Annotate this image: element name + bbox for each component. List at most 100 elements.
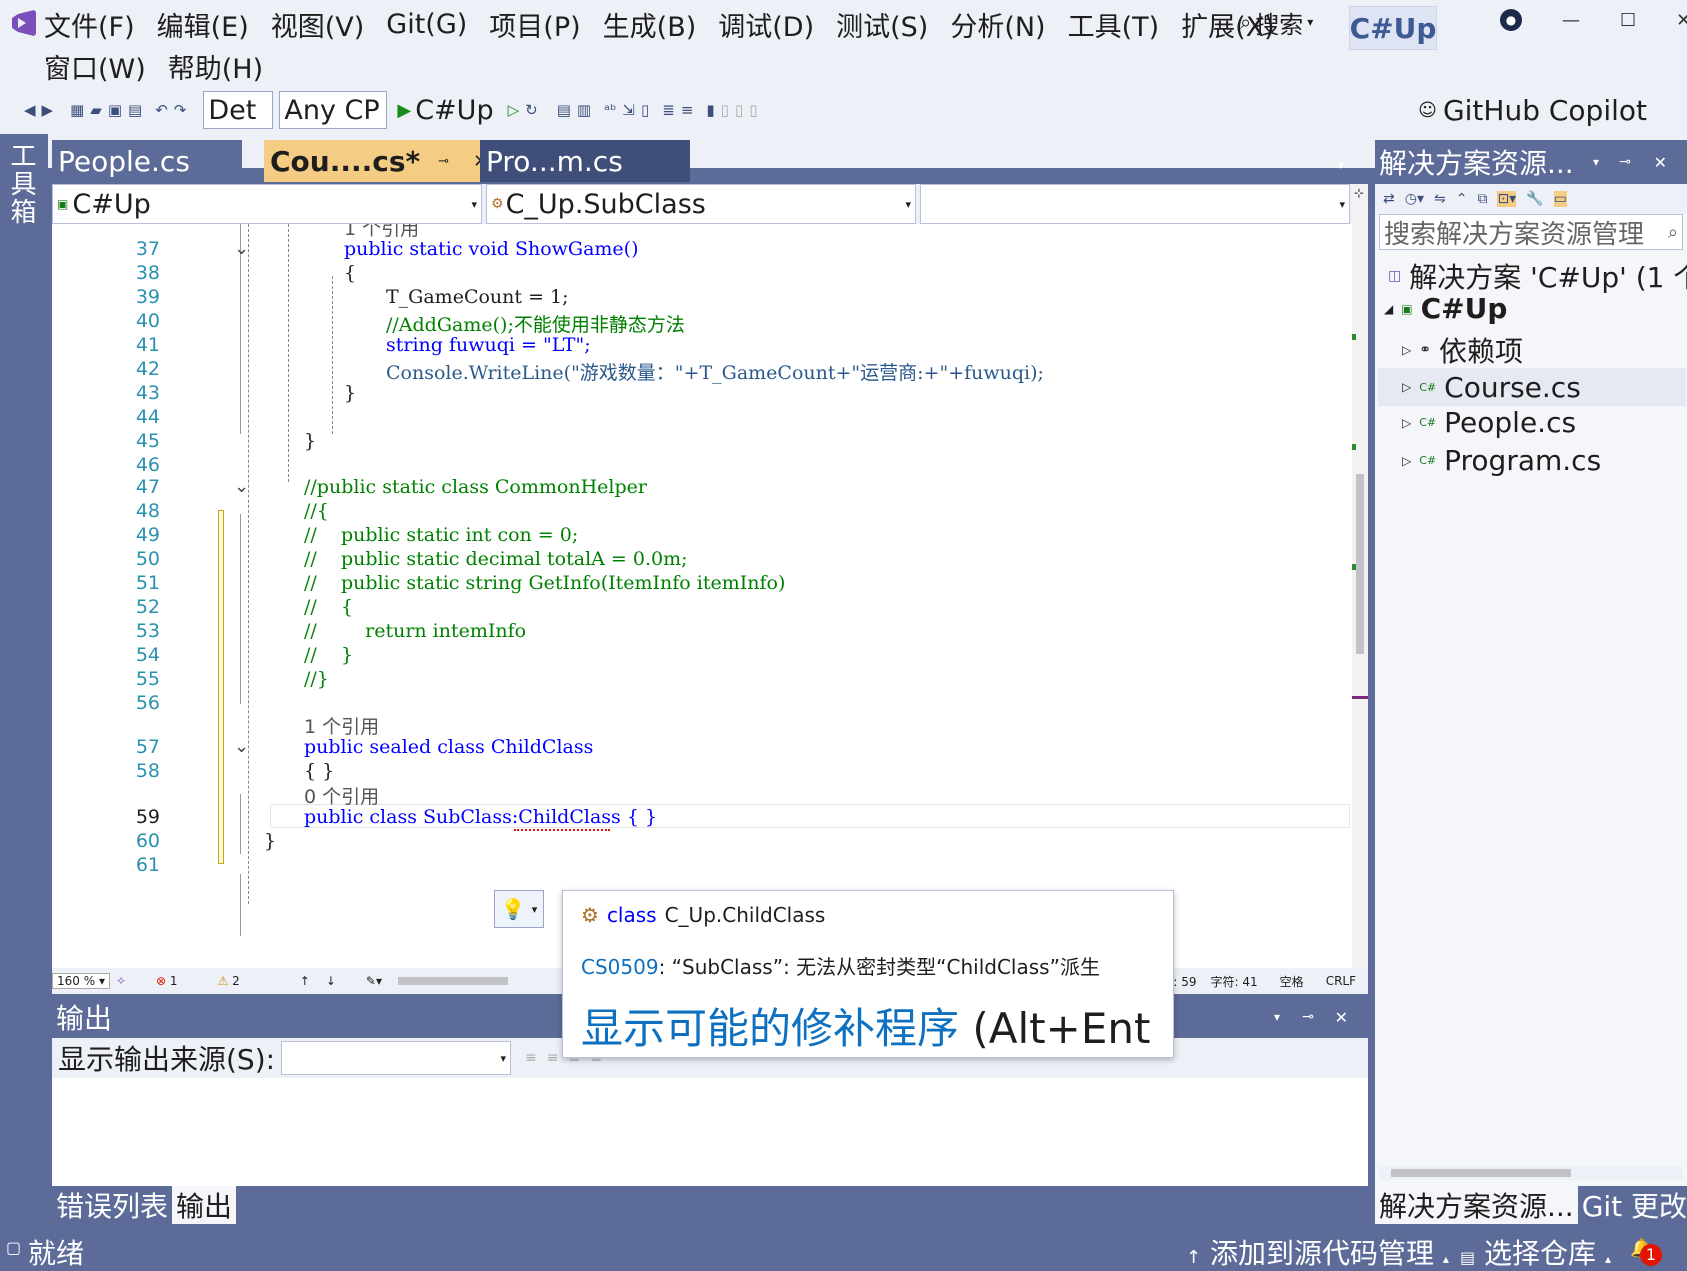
collapse-icon[interactable]: ⌃: [1456, 191, 1468, 207]
expanded-caret-icon[interactable]: ◢: [1384, 302, 1393, 316]
solution-horizontal-scrollbar[interactable]: [1379, 1166, 1683, 1180]
configuration-combo[interactable]: Det: [203, 91, 274, 129]
tab-error-list[interactable]: 错误列表: [52, 1186, 173, 1224]
warning-count[interactable]: ⚠ 2: [218, 974, 240, 988]
menu-git[interactable]: Git(G): [386, 9, 467, 40]
tree-item-course[interactable]: ▷ C# Course.cs: [1378, 368, 1686, 406]
pin-icon[interactable]: ⊸: [1302, 1009, 1314, 1025]
health-icon[interactable]: ✧: [116, 974, 126, 988]
menu-project[interactable]: 项目(P): [489, 5, 580, 44]
zoom-combo[interactable]: 160 % ▾: [52, 973, 110, 989]
show-all-icon[interactable]: ⧉: [1477, 191, 1487, 207]
switch-views-icon[interactable]: ⇋: [1434, 191, 1446, 207]
select-repository[interactable]: ▤ 选择仓库 ▴: [1460, 1232, 1611, 1271]
toolbox-tab[interactable]: 工具箱: [6, 142, 40, 226]
fold-toggle-47[interactable]: ⌄: [234, 476, 249, 497]
next-issue-icon[interactable]: ↓: [326, 974, 336, 988]
tab-output[interactable]: 输出: [172, 1186, 237, 1224]
spacing-indicator[interactable]: 空格: [1280, 973, 1304, 990]
browse-icon[interactable]: ▤: [557, 101, 571, 119]
menu-analyze[interactable]: 分析(N): [950, 5, 1045, 44]
menu-view[interactable]: 视图(V): [271, 5, 365, 44]
minimize-icon[interactable]: —: [1562, 10, 1580, 31]
save-all-icon[interactable]: ▤: [128, 101, 142, 119]
solution-search-box[interactable]: 搜索解决方案资源管理 ⌕: [1379, 214, 1683, 250]
menu-tools[interactable]: 工具(T): [1068, 5, 1160, 44]
hot-reload-icon[interactable]: ↻: [525, 101, 538, 119]
collapsed-caret-icon[interactable]: ▷: [1402, 380, 1411, 394]
preview-icon[interactable]: ▭: [1553, 191, 1567, 207]
menu-debug[interactable]: 调试(D): [718, 5, 814, 44]
properties-icon[interactable]: 🔧: [1526, 191, 1543, 207]
split-icon[interactable]: ⊹: [1354, 186, 1364, 200]
tab-people[interactable]: People.cs: [52, 140, 242, 182]
lightbulb-button[interactable]: 💡 ▾: [494, 890, 544, 928]
undo-icon[interactable]: ↶: [155, 101, 168, 119]
copilot-button[interactable]: ☺ GitHub Copilot: [1418, 94, 1647, 127]
codelens-references[interactable]: 1 个引用: [304, 712, 379, 739]
collapsed-caret-icon[interactable]: ▷: [1402, 454, 1411, 468]
code-editor[interactable]: ⌄ ⌄ ⌄ 37 38 39 40 41 42 43 44 45 46 47 4…: [52, 224, 1352, 968]
menu-help[interactable]: 帮助(H): [168, 47, 263, 86]
add-to-source-control[interactable]: ↑ 添加到源代码管理 ▴: [1186, 1232, 1449, 1271]
eol-indicator[interactable]: CRLF: [1326, 974, 1356, 988]
menu-build[interactable]: 生成(B): [603, 5, 697, 44]
format-icon[interactable]: ▯: [641, 101, 649, 119]
maximize-icon[interactable]: ☐: [1620, 10, 1636, 31]
filter-icon[interactable]: ⊡▾: [1497, 191, 1517, 207]
redo-icon[interactable]: ↷: [174, 101, 187, 119]
tree-item-program[interactable]: ▷ C# Program.cs: [1402, 444, 1601, 477]
sync-icon[interactable]: ⇄: [1383, 191, 1395, 207]
cleanup-icon[interactable]: ✎▾: [366, 974, 382, 988]
menu-test[interactable]: 测试(S): [836, 5, 928, 44]
chevron-down-icon[interactable]: ▾: [1593, 155, 1599, 169]
tab-program[interactable]: Pro...m.cs: [480, 140, 690, 182]
pin-icon[interactable]: ⊸: [438, 154, 449, 169]
tab-overflow-icon[interactable]: ▾: [1338, 158, 1344, 172]
save-icon[interactable]: ▣: [108, 101, 122, 119]
spellcheck-icon[interactable]: ᵃᵇ: [604, 101, 616, 119]
platform-combo[interactable]: Any CP: [279, 91, 388, 129]
collapsed-caret-icon[interactable]: ▷: [1402, 416, 1411, 430]
forward-icon[interactable]: ▶: [42, 101, 54, 119]
tab-solution-explorer[interactable]: 解决方案资源...: [1375, 1186, 1578, 1224]
bookmark-clear-icon[interactable]: ▯: [749, 101, 757, 119]
uncomment-icon[interactable]: ≡: [681, 101, 694, 119]
open-folder-icon[interactable]: ▰: [90, 101, 102, 119]
col-indicator[interactable]: 字符: 41: [1211, 973, 1258, 990]
editor-vertical-scrollbar[interactable]: ⊹: [1352, 184, 1368, 968]
tab-course[interactable]: Cou....cs* ⊸ ✕: [264, 140, 492, 182]
chevron-down-icon[interactable]: ▾: [1274, 1010, 1280, 1024]
global-search[interactable]: ⌕ 搜索 ▾: [1240, 4, 1313, 40]
bookmark-prev-icon[interactable]: ▯: [721, 101, 729, 119]
menu-file[interactable]: 文件(F): [44, 5, 135, 44]
close-icon[interactable]: ✕: [1335, 1008, 1348, 1027]
bookmark-next-icon[interactable]: ▯: [735, 101, 743, 119]
account-icon[interactable]: ●: [1500, 9, 1522, 31]
tree-solution-node[interactable]: ◫ 解决方案 'C#Up' (1 个: [1388, 256, 1687, 296]
tree-project-node[interactable]: ◢ ▣ C#Up: [1384, 292, 1507, 325]
step-icon[interactable]: ⇲: [622, 101, 635, 119]
history-icon[interactable]: ◷▾: [1405, 191, 1424, 207]
collapsed-caret-icon[interactable]: ▷: [1402, 343, 1411, 357]
horizontal-scrollbar[interactable]: [398, 977, 508, 985]
error-count[interactable]: ⊗ 1: [156, 974, 178, 988]
run-without-debug-icon[interactable]: ▷: [508, 101, 520, 119]
close-window-icon[interactable]: ✕: [1676, 10, 1687, 31]
tab-git-changes[interactable]: Git 更改: [1577, 1186, 1687, 1224]
new-project-icon[interactable]: ▦: [70, 101, 84, 119]
output-source-combo[interactable]: ▾: [281, 1041, 512, 1075]
project-combo[interactable]: ▣ C#Up ▾: [52, 184, 482, 224]
layout-icon[interactable]: ▥: [577, 101, 591, 119]
back-icon[interactable]: ◀: [24, 101, 36, 119]
show-fixes-link[interactable]: 显示可能的修补程序 (Alt+Ent: [581, 995, 1150, 1056]
bookmark-icon[interactable]: ▮: [706, 101, 714, 119]
menu-edit[interactable]: 编辑(E): [157, 5, 249, 44]
fold-toggle-37[interactable]: ⌄: [234, 238, 249, 259]
tree-item-people[interactable]: ▷ C# People.cs: [1402, 406, 1576, 439]
close-icon[interactable]: ✕: [1654, 153, 1667, 172]
menu-window[interactable]: 窗口(W): [44, 47, 146, 86]
scroll-thumb[interactable]: [1356, 474, 1364, 654]
fold-toggle-57[interactable]: ⌄: [234, 736, 249, 757]
error-code-link[interactable]: CS0509: [581, 955, 659, 979]
